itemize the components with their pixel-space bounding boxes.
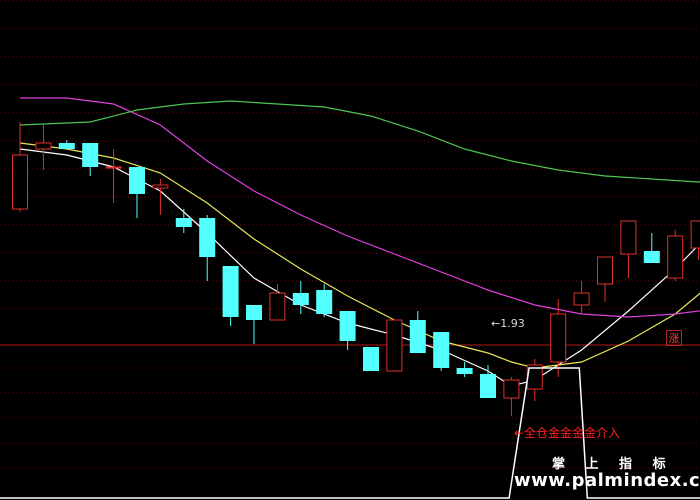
candle-body-up xyxy=(269,292,286,321)
candle-body-down xyxy=(246,305,262,320)
candle-body-up xyxy=(690,220,700,249)
candle-body-up xyxy=(620,220,637,255)
candle-body-down xyxy=(199,218,216,257)
candle-body-up xyxy=(667,235,684,279)
candle-body-down xyxy=(643,251,660,263)
candle-body-down xyxy=(82,143,99,167)
candle-body-down xyxy=(480,374,496,398)
candle-body-down xyxy=(316,290,333,314)
candle-body-up xyxy=(12,154,28,210)
candle-body-up xyxy=(105,166,122,169)
candle-body-up xyxy=(503,379,520,399)
candle-body-down xyxy=(456,368,473,374)
buy-signal-label: ←全仓金金金金介入 xyxy=(514,426,621,440)
candle-body-up xyxy=(597,256,613,285)
candle-body-down xyxy=(175,218,192,227)
candle-body-down xyxy=(363,347,379,371)
low-price-label: ←1.93 xyxy=(491,317,525,330)
candle-body-down xyxy=(222,266,239,317)
candle-body-down xyxy=(58,143,75,149)
ma-line-ma10 xyxy=(19,142,700,369)
candle-body-up xyxy=(386,319,403,372)
candle-body-up xyxy=(573,292,590,306)
candle-body-up xyxy=(35,142,52,150)
candle-body-up xyxy=(550,313,567,363)
candle-body-up xyxy=(152,184,169,189)
candle-body-down xyxy=(339,311,356,341)
candle-body-down xyxy=(292,293,309,305)
rise-badge[interactable]: 涨 xyxy=(666,330,682,346)
candle-body-down xyxy=(129,167,145,194)
candle-body-down xyxy=(409,320,426,353)
candle-body-down xyxy=(433,332,450,368)
watermark-url: www.palmindex.com xyxy=(514,470,700,491)
